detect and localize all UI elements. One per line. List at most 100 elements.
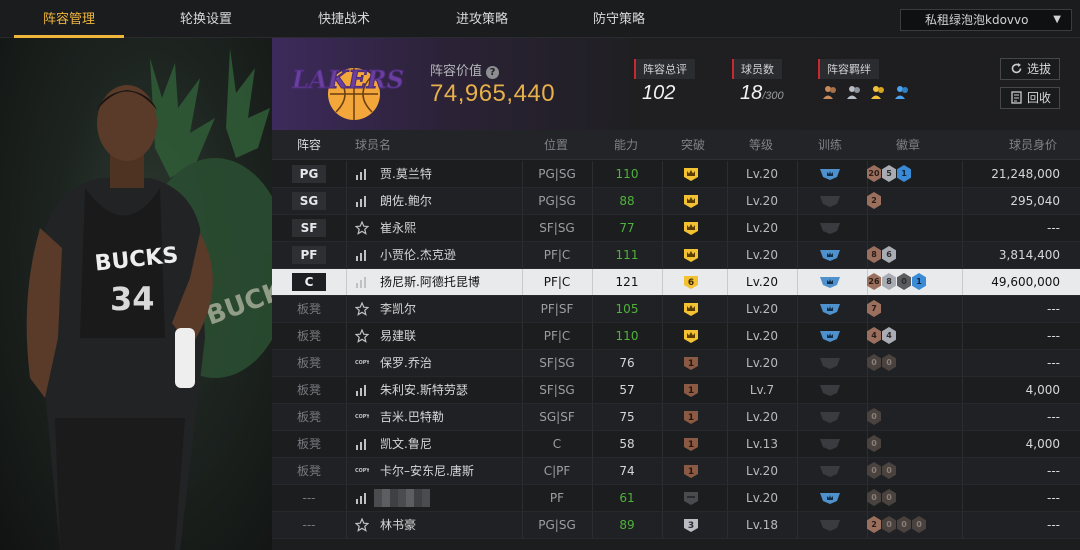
recycle-button[interactable]: 回收: [1000, 87, 1060, 109]
account-dropdown[interactable]: 私租绿泡泡kdovvo ▼: [900, 9, 1072, 31]
player-name[interactable]: 贾.莫兰特: [380, 161, 432, 187]
bond-icon[interactable]: [822, 84, 838, 100]
badge-icon[interactable]: 0: [897, 273, 911, 290]
bench-slot[interactable]: 板凳: [292, 323, 326, 349]
training-icon[interactable]: [819, 410, 841, 424]
training-icon[interactable]: [819, 302, 841, 316]
badge-icon[interactable]: 7: [867, 300, 881, 317]
badge-icon[interactable]: 0: [867, 489, 881, 506]
training-icon[interactable]: [819, 356, 841, 370]
position-slot[interactable]: SF: [292, 219, 326, 237]
tab-rotation[interactable]: 轮换设置: [151, 0, 261, 38]
position-slot[interactable]: PF: [292, 246, 326, 264]
column-divider: [797, 512, 798, 538]
badge-icon[interactable]: 26: [867, 273, 881, 290]
badge-icon[interactable]: 0: [882, 462, 896, 479]
training-icon[interactable]: [819, 383, 841, 397]
bench-slot[interactable]: 板凳: [292, 431, 326, 457]
training-icon[interactable]: [819, 329, 841, 343]
bench-slot[interactable]: 板凳: [292, 350, 326, 376]
player-name[interactable]: 卡尔–安东尼.唐斯: [380, 458, 474, 484]
training-icon[interactable]: [819, 464, 841, 478]
table-row[interactable]: 板凳 朱利安.斯特劳瑟 SF|SG 57 1 Lv.7 4,000: [272, 377, 1080, 404]
badge-icon[interactable]: 8: [882, 273, 896, 290]
table-row[interactable]: PF 小贾伦.杰克逊 PF|C 111 Lv.20 8 6 3,814,400: [272, 242, 1080, 269]
badge-icon[interactable]: 4: [867, 327, 881, 344]
player-ability: 88: [619, 194, 635, 208]
help-icon[interactable]: ?: [486, 66, 500, 79]
tab-offense[interactable]: 进攻策略: [427, 0, 537, 38]
badge-icon[interactable]: 4: [882, 327, 896, 344]
training-icon[interactable]: [819, 167, 841, 181]
player-name[interactable]: 林书豪: [380, 512, 416, 538]
training-icon[interactable]: [819, 518, 841, 532]
training-icon[interactable]: [819, 221, 841, 235]
badge-icon[interactable]: 0: [882, 489, 896, 506]
position-slot[interactable]: C: [292, 273, 326, 291]
bench-slot[interactable]: ---: [292, 485, 326, 511]
bench-slot[interactable]: 板凳: [292, 296, 326, 322]
draft-button[interactable]: 选拔: [1000, 58, 1060, 80]
tab-lineup[interactable]: 阵容管理: [14, 0, 124, 38]
column-divider: [797, 485, 798, 511]
table-row[interactable]: SF 崔永熙 SF|SG 77 Lv.20 ---: [272, 215, 1080, 242]
bench-slot[interactable]: 板凳: [292, 404, 326, 430]
training-icon[interactable]: [819, 437, 841, 451]
badge-icon[interactable]: 20: [867, 165, 881, 182]
badge-icon[interactable]: 8: [867, 246, 881, 263]
player-name[interactable]: 保罗.乔治: [380, 350, 432, 376]
player-name[interactable]: 小贾伦.杰克逊: [380, 242, 456, 268]
player-name[interactable]: 扬尼斯.阿德托昆博: [380, 269, 480, 295]
bond-icons[interactable]: [822, 84, 913, 104]
training-icon[interactable]: [819, 194, 841, 208]
table-row[interactable]: 板凳 凯文.鲁尼 C 58 1 Lv.13 0 4,000: [272, 431, 1080, 458]
tab-defense[interactable]: 防守策略: [564, 0, 674, 38]
badge-icon[interactable]: 0: [867, 354, 881, 371]
table-row[interactable]: C 扬尼斯.阿德托昆博 PF|C 121 6 Lv.20 26 8 0 1 49,600,000: [272, 269, 1080, 296]
table-row[interactable]: 板凳 COPY 保罗.乔治 SF|SG 76 1 Lv.20 0 0 ---: [272, 350, 1080, 377]
training-icon[interactable]: [819, 491, 841, 505]
player-name[interactable]: 凯文.鲁尼: [380, 431, 432, 457]
table-row[interactable]: 板凳 COPY 卡尔–安东尼.唐斯 C|PF 74 1 Lv.20 0 0 ---: [272, 458, 1080, 485]
tab-quick-tactics[interactable]: 快捷战术: [289, 0, 399, 38]
position-slot[interactable]: PG: [292, 165, 326, 183]
training-icon[interactable]: [819, 275, 841, 289]
svg-text:6: 6: [688, 278, 694, 288]
position-slot[interactable]: SG: [292, 192, 326, 210]
player-name[interactable]: 易建联: [380, 323, 416, 349]
badge-icon[interactable]: 0: [882, 516, 896, 533]
bond-icon[interactable]: [894, 84, 910, 100]
player-name[interactable]: 吉米.巴特勒: [380, 404, 444, 430]
bench-slot[interactable]: ---: [292, 512, 326, 538]
player-name[interactable]: 朗佐.鲍尔: [380, 188, 432, 214]
training-icon[interactable]: [819, 248, 841, 262]
badge-icon[interactable]: 1: [897, 165, 911, 182]
badge-icon[interactable]: 2: [867, 516, 881, 533]
badge-icon[interactable]: 0: [867, 462, 881, 479]
table-row[interactable]: 板凳 易建联 PF|C 110 Lv.20 4 4 ---: [272, 323, 1080, 350]
table-row[interactable]: SG 朗佐.鲍尔 PG|SG 88 Lv.20 2 295,040: [272, 188, 1080, 215]
badge-icon[interactable]: 2: [867, 192, 881, 209]
table-row[interactable]: 板凳 COPY 吉米.巴特勒 SG|SF 75 1 Lv.20 0 ---: [272, 404, 1080, 431]
table-row[interactable]: --- PF 61 Lv.20 0 0 ---: [272, 485, 1080, 512]
player-name[interactable]: 朱利安.斯特劳瑟: [380, 377, 468, 403]
bench-slot[interactable]: 板凳: [292, 377, 326, 403]
column-divider: [797, 242, 798, 268]
bond-icon[interactable]: [870, 84, 886, 100]
badge-icon[interactable]: 5: [882, 165, 896, 182]
table-row[interactable]: PG 贾.莫兰特 PG|SG 110 Lv.20 20 5 1 21,248,000: [272, 161, 1080, 188]
badge-icon[interactable]: 0: [867, 408, 881, 425]
bench-slot[interactable]: 板凳: [292, 458, 326, 484]
badge-icon[interactable]: 0: [867, 435, 881, 452]
badge-icon[interactable]: 0: [897, 516, 911, 533]
table-row[interactable]: 板凳 李凯尔 PF|SF 105 Lv.20 7 ---: [272, 296, 1080, 323]
player-name[interactable]: 崔永熙: [380, 215, 416, 241]
badge-icon[interactable]: 1: [912, 273, 926, 290]
bond-icon[interactable]: [846, 84, 862, 100]
stat-player-count: 球员数 18/300: [732, 58, 784, 104]
badge-icon[interactable]: 6: [882, 246, 896, 263]
player-name[interactable]: 李凯尔: [380, 296, 416, 322]
badge-icon[interactable]: 0: [882, 354, 896, 371]
badge-icon[interactable]: 0: [912, 516, 926, 533]
table-row[interactable]: --- 林书豪 PG|SG 89 3 Lv.18 2 0 0 0 ---: [272, 512, 1080, 539]
